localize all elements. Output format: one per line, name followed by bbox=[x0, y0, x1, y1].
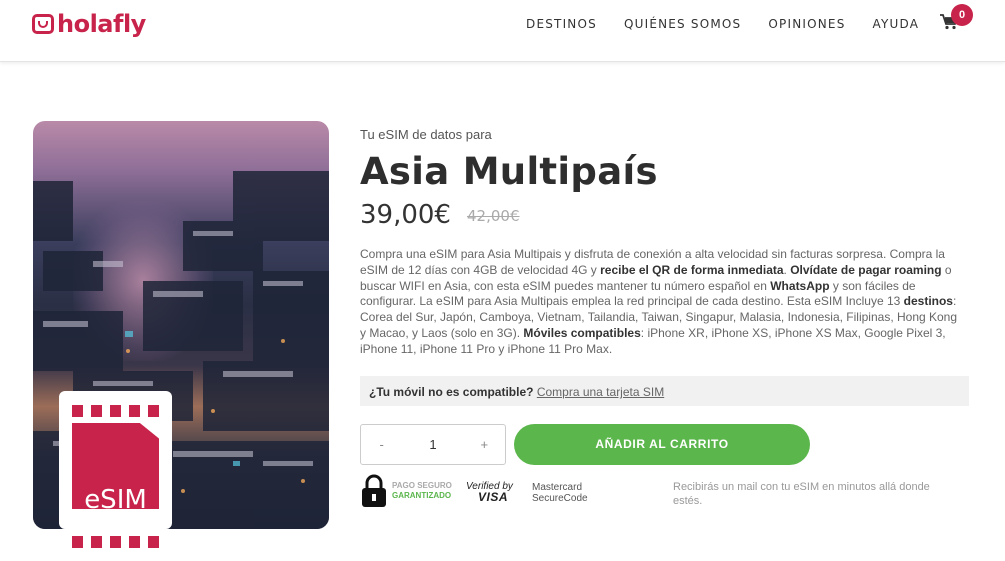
main-nav: DESTINOS QUIÉNES SOMOS OPINIONES AYUDA bbox=[526, 17, 946, 31]
buy-sim-card-link[interactable]: Compra una tarjeta SIM bbox=[537, 385, 664, 399]
logo-icon bbox=[32, 14, 54, 34]
desc-bold: Móviles compatibles bbox=[523, 325, 641, 340]
desc-bold: recibe el QR de forma inmediata bbox=[600, 262, 784, 277]
product-title: Asia Multipaís bbox=[360, 150, 658, 193]
add-to-cart-button[interactable]: AÑADIR AL CARRITO bbox=[514, 424, 810, 465]
esim-card-top-bars bbox=[72, 405, 159, 417]
site-header: holafly DESTINOS QUIÉNES SOMOS OPINIONES… bbox=[0, 0, 1005, 62]
product-image: eSIM bbox=[33, 121, 329, 529]
qty-value-input[interactable]: 1 bbox=[402, 437, 463, 452]
nav-opiniones[interactable]: OPINIONES bbox=[768, 17, 845, 31]
compatibility-notice: ¿Tu móvil no es compatible? Compra una t… bbox=[360, 376, 969, 406]
verified-by-visa-logo: Verified by VISA bbox=[466, 481, 513, 503]
product-subtitle: Tu eSIM de datos para bbox=[360, 127, 492, 142]
qty-decrease-button[interactable]: - bbox=[361, 437, 402, 452]
product-description: Compra una eSIM para Asia Multipais y di… bbox=[360, 247, 960, 358]
product-price: 39,00€ bbox=[360, 200, 451, 230]
qty-increase-button[interactable]: + bbox=[464, 437, 505, 452]
holafly-logo[interactable]: holafly bbox=[32, 10, 146, 38]
esim-card-bottom-bars bbox=[72, 536, 159, 548]
esim-card-label: eSIM bbox=[84, 485, 147, 515]
secure-payment-badge: PAGO SEGURO GARANTIZADO bbox=[360, 474, 452, 508]
mastercard-securecode-logo: Mastercard SecureCode bbox=[532, 482, 588, 504]
nav-destinos[interactable]: DESTINOS bbox=[526, 17, 597, 31]
nav-ayuda[interactable]: AYUDA bbox=[873, 17, 920, 31]
nav-quienes-somos[interactable]: QUIÉNES SOMOS bbox=[624, 17, 741, 31]
secure-payment-text: PAGO SEGURO GARANTIZADO bbox=[392, 481, 452, 501]
secure-line-1: PAGO SEGURO bbox=[392, 481, 452, 490]
mc-line-1: Mastercard bbox=[532, 482, 583, 493]
compat-question: ¿Tu móvil no es compatible? bbox=[369, 385, 534, 399]
desc-bold: WhatsApp bbox=[770, 278, 830, 293]
desc-bold: Olvídate de pagar roaming bbox=[790, 262, 942, 277]
product-old-price: 42,00€ bbox=[467, 207, 520, 225]
mc-line-2: SecureCode bbox=[532, 493, 588, 504]
visa-line-2: VISA bbox=[478, 490, 509, 504]
quantity-stepper: - 1 + bbox=[360, 424, 506, 465]
logo-text: holafly bbox=[57, 10, 146, 38]
esim-card-graphic: eSIM bbox=[59, 391, 172, 529]
lock-icon bbox=[360, 474, 388, 508]
desc-bold: destinos bbox=[903, 294, 953, 309]
secure-line-2: GARANTIZADO bbox=[392, 491, 452, 500]
delivery-note: Recibirás un mail con tu eSIM en minutos… bbox=[673, 481, 930, 507]
cart-count-badge[interactable]: 0 bbox=[951, 4, 973, 26]
